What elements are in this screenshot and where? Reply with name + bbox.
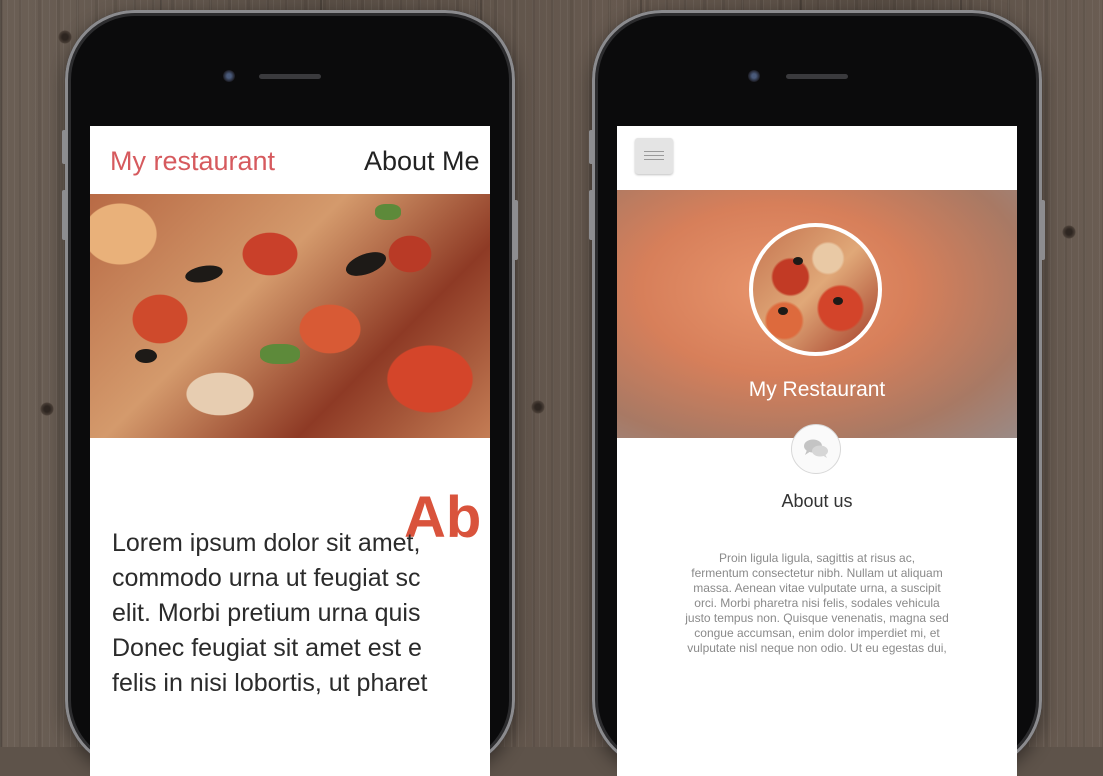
power-button xyxy=(1040,200,1045,260)
speaker xyxy=(786,74,848,79)
paragraph-line: elit. Morbi pretium urna quis xyxy=(112,599,421,627)
left-phone: My restaurant About Me Ab Lorem ipsum do… xyxy=(62,10,518,776)
chat-bubbles-icon xyxy=(791,424,841,474)
paragraph-line: fermentum consectetur nibh. Nullam ut al… xyxy=(691,566,943,580)
about-title: About us xyxy=(781,491,853,511)
top-nav: My restaurant About Me xyxy=(90,126,490,194)
about-paragraph: Proin ligula ligula, sagittis at risus a… xyxy=(617,551,1017,656)
paragraph-line: commodo urna ut feugiat sc xyxy=(112,564,421,592)
restaurant-title: My Restaurant xyxy=(748,378,886,401)
power-button xyxy=(513,200,518,260)
wood-knot xyxy=(531,400,545,414)
brand-link[interactable]: My restaurant xyxy=(110,146,275,177)
wood-knot xyxy=(58,30,72,44)
paragraph-line: massa. Aenean vitae vulputate urna, a su… xyxy=(693,581,941,595)
paragraph-line: Lorem ipsum dolor sit amet, xyxy=(112,529,421,557)
right-phone: My Restaurant About us Proin ligula ligu… xyxy=(589,10,1045,776)
olive xyxy=(183,262,225,286)
left-screen: My restaurant About Me Ab Lorem ipsum do… xyxy=(90,126,490,776)
hamburger-menu-icon[interactable] xyxy=(635,138,673,174)
restaurant-avatar xyxy=(749,223,882,356)
volume-button xyxy=(62,190,67,240)
body-paragraph: Lorem ipsum dolor sit amet, commodo urna… xyxy=(112,526,427,701)
paragraph-line: felis in nisi lobortis, ut pharet xyxy=(112,669,428,697)
paragraph-line: vulputate nisl neque non odio. Ut eu ege… xyxy=(687,641,947,655)
wood-knot xyxy=(40,402,54,416)
hero-food-image xyxy=(90,194,490,438)
top-nav xyxy=(617,126,1017,190)
camera xyxy=(748,70,760,82)
volume-button xyxy=(589,130,594,164)
speaker xyxy=(259,74,321,79)
camera xyxy=(223,70,235,82)
paragraph-line: Donec feugiat sit amet est e xyxy=(112,634,422,662)
wood-knot xyxy=(1062,225,1076,239)
volume-button xyxy=(62,130,67,164)
olive xyxy=(135,349,157,363)
nav-link-about[interactable]: About Me xyxy=(364,146,480,177)
paragraph-line: congue accumsan, enim dolor imperdiet mi… xyxy=(694,626,940,640)
right-screen: My Restaurant About us Proin ligula ligu… xyxy=(617,126,1017,776)
hero-banner: My Restaurant xyxy=(617,190,1017,438)
paragraph-line: orci. Morbi pharetra nisi felis, sodales… xyxy=(694,596,940,610)
olive xyxy=(342,247,390,281)
herb xyxy=(375,204,401,220)
paragraph-line: justo tempus non. Quisque venenatis, mag… xyxy=(685,611,949,625)
volume-button xyxy=(589,190,594,240)
herb xyxy=(260,344,300,364)
paragraph-line: Proin ligula ligula, sagittis at risus a… xyxy=(718,551,916,565)
